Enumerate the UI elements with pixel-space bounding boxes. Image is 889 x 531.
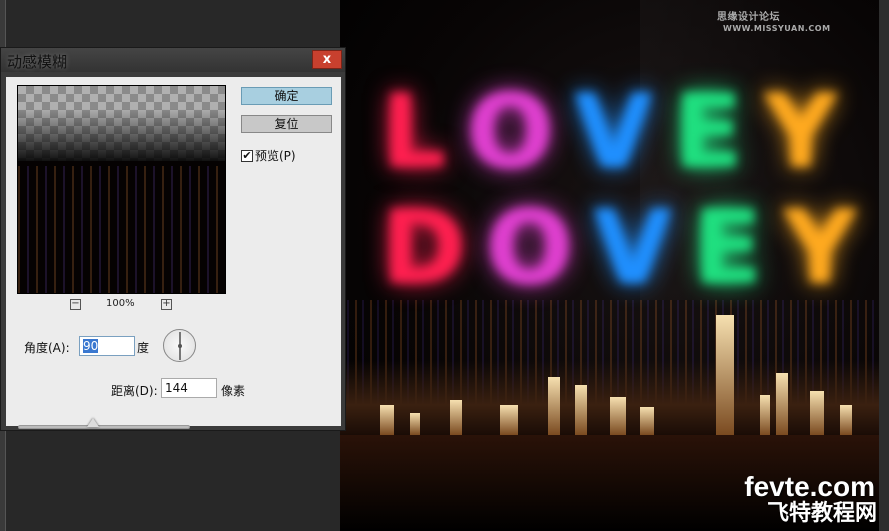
dialog-body: − 100% + 确定 复位 ✔ 预览(P) 角度(A): 90 度 距离(D)… <box>6 77 341 426</box>
neon-letter: E <box>671 73 746 190</box>
neon-letter: O <box>484 189 576 306</box>
filter-preview[interactable] <box>17 85 226 294</box>
right-panel-edge <box>879 0 889 531</box>
fevte-watermark-cn: 飞特教程网 <box>766 501 877 526</box>
preview-label: 预览(P) <box>255 149 296 163</box>
city-skyline <box>340 315 889 435</box>
document-canvas[interactable]: 思缘设计论坛WWW.MISSYUAN.COM L O V E Y D O V E… <box>340 0 889 531</box>
angle-label: 角度(A): <box>24 341 70 355</box>
dialog-title: 动感模糊 <box>7 53 68 71</box>
neon-letter: D <box>378 189 468 306</box>
distance-slider[interactable] <box>18 425 190 429</box>
motion-blur-dialog: 动感模糊 x − 100% + 确定 复位 ✔ 预览(P) 角度(A): 90 … <box>0 47 346 431</box>
neon-line-2: D O V E Y <box>378 189 859 306</box>
zoom-out-button[interactable]: − <box>70 299 81 310</box>
angle-unit: 度 <box>137 341 150 355</box>
neon-letter: O <box>464 73 556 190</box>
zoom-in-button[interactable]: + <box>161 299 172 310</box>
neon-letter: L <box>379 73 450 190</box>
zoom-level: 100% <box>106 298 135 309</box>
preview-checkbox[interactable]: ✔ 预览(P) <box>241 147 296 164</box>
neon-letter: V <box>591 189 675 306</box>
neon-letter: E <box>690 189 765 306</box>
neon-letter: V <box>571 73 655 190</box>
preview-streaks <box>18 166 225 293</box>
neon-line-1: L O V E Y <box>379 73 841 190</box>
ok-button[interactable]: 确定 <box>241 87 332 105</box>
watermark-url: WWW.MISSYUAN.COM <box>723 24 831 33</box>
distance-unit: 像素 <box>221 384 246 398</box>
neon-letter: Y <box>780 189 859 306</box>
neon-letter: Y <box>761 73 840 190</box>
angle-value: 90 <box>83 339 99 353</box>
distance-input[interactable]: 144 <box>161 378 217 398</box>
watermark-cn: 思缘设计论坛 <box>717 12 780 23</box>
distance-label: 距离(D): <box>111 384 158 398</box>
transparency-checkerboard <box>18 86 225 161</box>
angle-dial[interactable] <box>163 329 196 362</box>
angle-input[interactable]: 90 <box>79 336 135 356</box>
top-watermark: 思缘设计论坛WWW.MISSYUAN.COM <box>717 8 889 34</box>
close-button[interactable]: x <box>312 50 342 69</box>
dialog-titlebar[interactable]: 动感模糊 x <box>1 48 345 72</box>
reset-button[interactable]: 复位 <box>241 115 332 133</box>
distance-slider-thumb[interactable] <box>87 418 99 427</box>
checkmark-icon[interactable]: ✔ <box>241 149 253 162</box>
